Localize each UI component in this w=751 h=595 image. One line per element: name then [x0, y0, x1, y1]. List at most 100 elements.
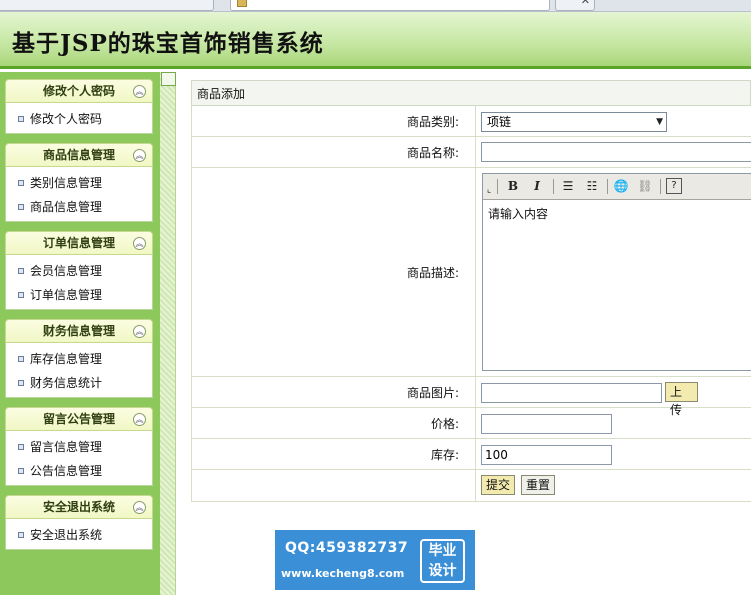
form-title: 商品添加	[191, 80, 751, 106]
bullet-icon	[18, 180, 24, 186]
category-selected-value: 项链	[487, 115, 512, 129]
bullet-icon	[18, 532, 24, 538]
menu-panel-body: 留言信息管理 公告信息管理	[5, 431, 153, 486]
menu-panel-header[interactable]: 订单信息管理 ︽	[5, 231, 153, 255]
toolbar-separator	[497, 179, 498, 194]
app-title: 基于JSP的珠宝首饰销售系统	[12, 30, 324, 57]
chevron-up-circle-icon[interactable]: ︽	[133, 501, 146, 514]
chevron-up-circle-icon[interactable]: ︽	[133, 237, 146, 250]
sidebar-splitter[interactable]	[160, 72, 176, 595]
bold-button[interactable]: B	[505, 178, 521, 195]
menu-item-label: 安全退出系统	[30, 528, 103, 542]
row-image: 商品图片: 上传	[191, 377, 751, 417]
menu-item-logout[interactable]: 安全退出系统	[6, 523, 152, 547]
watermark-banner: QQ:459382737 www.kecheng8.com 毕业 设计	[275, 530, 475, 590]
menu-panel-body: 类别信息管理 商品信息管理	[5, 167, 153, 222]
price-label: 价格:	[192, 408, 476, 438]
bullet-icon	[18, 468, 24, 474]
category-select[interactable]: 项链 ▼	[481, 112, 667, 132]
menu-item-stock-manage[interactable]: 库存信息管理	[6, 347, 152, 371]
menu-panel-body: 会员信息管理 订单信息管理	[5, 255, 153, 310]
bullet-icon	[18, 204, 24, 210]
menu-panel-body: 修改个人密码	[5, 103, 153, 134]
menu-item-finance-stats[interactable]: 财务信息统计	[6, 371, 152, 395]
browser-tab[interactable]: ✕	[555, 0, 595, 11]
menu-panel-body: 安全退出系统	[5, 519, 153, 550]
watermark-badge-line1: 毕业	[428, 543, 457, 559]
row-category: 商品类别: 项链 ▼	[191, 106, 751, 137]
menu-panel-logout: 安全退出系统 ︽ 安全退出系统	[5, 495, 153, 550]
rich-text-editor[interactable]: ⌞ B I ☰ ☷ 🌐 ⛓ ? 请输入内容	[482, 173, 751, 371]
toolbar-separator	[607, 179, 608, 194]
actions-label	[192, 470, 476, 501]
bullet-icon	[18, 292, 24, 298]
bullet-icon	[18, 116, 24, 122]
menu-panel-header[interactable]: 财务信息管理 ︽	[5, 319, 153, 343]
menu-panel-title: 留言公告管理	[42, 412, 115, 426]
submit-button[interactable]: 提交	[481, 475, 516, 495]
menu-item-member-manage[interactable]: 会员信息管理	[6, 259, 152, 283]
toolbar-separator	[553, 179, 554, 194]
help-icon[interactable]: ?	[666, 178, 682, 194]
menu-item-label: 修改个人密码	[30, 112, 103, 126]
menu-panel-header[interactable]: 修改个人密码 ︽	[5, 79, 153, 103]
menu-panel-goods: 商品信息管理 ︽ 类别信息管理 商品信息管理	[5, 143, 153, 222]
menu-item-label: 库存信息管理	[30, 352, 103, 366]
menu-item-goods-manage[interactable]: 商品信息管理	[6, 195, 152, 219]
upload-button[interactable]: 上传	[665, 382, 698, 417]
reset-button[interactable]: 重置	[521, 475, 556, 495]
menu-item-message-manage[interactable]: 留言信息管理	[6, 435, 152, 459]
sidebar-toggle[interactable]	[161, 72, 176, 86]
watermark-badge: 毕业 设计	[420, 539, 465, 583]
menu-item-label: 订单信息管理	[30, 288, 103, 302]
menu-panel-header[interactable]: 安全退出系统 ︽	[5, 495, 153, 519]
menu-item-label: 类别信息管理	[30, 176, 103, 190]
unordered-list-icon[interactable]: ☷	[583, 178, 601, 195]
ordered-list-icon[interactable]: ☰	[559, 178, 577, 195]
editor-content[interactable]: 请输入内容	[483, 200, 751, 227]
menu-panel-title: 订单信息管理	[42, 236, 115, 250]
menu-item-order-manage[interactable]: 订单信息管理	[6, 283, 152, 307]
close-icon[interactable]: ✕	[581, 0, 590, 7]
app-header: 基于JSP的珠宝首饰销售系统	[0, 12, 751, 69]
goods-add-form: 商品添加 商品类别: 项链 ▼ 商品名称: 商品描述: ⌞ B I ☰ ☷ 🌐 …	[191, 80, 751, 502]
unlink-icon[interactable]: ⛓	[636, 178, 654, 195]
chevron-up-circle-icon[interactable]: ︽	[133, 413, 146, 426]
menu-item-change-password[interactable]: 修改个人密码	[6, 107, 152, 131]
menu-panel-header[interactable]: 留言公告管理 ︽	[5, 407, 153, 431]
chevron-up-circle-icon[interactable]: ︽	[133, 325, 146, 338]
menu-panel-password: 修改个人密码 ︽ 修改个人密码	[5, 79, 153, 134]
menu-item-label: 公告信息管理	[30, 464, 103, 478]
menu-panel-header[interactable]: 商品信息管理 ︽	[5, 143, 153, 167]
image-label: 商品图片:	[192, 377, 476, 407]
menu-panel-title: 财务信息管理	[42, 324, 115, 338]
menu-item-label: 会员信息管理	[30, 264, 103, 278]
menu-panel-messages: 留言公告管理 ︽ 留言信息管理 公告信息管理	[5, 407, 153, 486]
menu-item-label: 留言信息管理	[30, 440, 103, 454]
stock-input[interactable]	[481, 445, 612, 465]
browser-tab-strip: ✕	[0, 0, 751, 12]
toolbar-separator	[660, 179, 661, 194]
row-actions: 提交 重置	[191, 470, 751, 502]
bullet-icon	[18, 380, 24, 386]
image-path-input[interactable]	[481, 383, 662, 403]
editor-toolbar: ⌞ B I ☰ ☷ 🌐 ⛓ ?	[483, 174, 751, 200]
menu-item-category-manage[interactable]: 类别信息管理	[6, 171, 152, 195]
menu-item-notice-manage[interactable]: 公告信息管理	[6, 459, 152, 483]
browser-tab[interactable]	[0, 0, 214, 11]
menu-item-label: 商品信息管理	[30, 200, 103, 214]
name-input[interactable]	[481, 142, 751, 162]
price-input[interactable]	[481, 414, 612, 434]
menu-panel-finance: 财务信息管理 ︽ 库存信息管理 财务信息统计	[5, 319, 153, 398]
page-icon	[237, 0, 247, 7]
chevron-up-circle-icon[interactable]: ︽	[133, 85, 146, 98]
description-label: 商品描述:	[192, 168, 476, 376]
row-price: 价格:	[191, 408, 751, 439]
browser-tab-active[interactable]	[230, 0, 550, 11]
chevron-up-circle-icon[interactable]: ︽	[133, 149, 146, 162]
menu-panel-orders: 订单信息管理 ︽ 会员信息管理 订单信息管理	[5, 231, 153, 310]
italic-button[interactable]: I	[529, 178, 545, 195]
row-stock: 库存:	[191, 439, 751, 470]
bullet-icon	[18, 356, 24, 362]
link-icon[interactable]: 🌐	[612, 178, 630, 195]
